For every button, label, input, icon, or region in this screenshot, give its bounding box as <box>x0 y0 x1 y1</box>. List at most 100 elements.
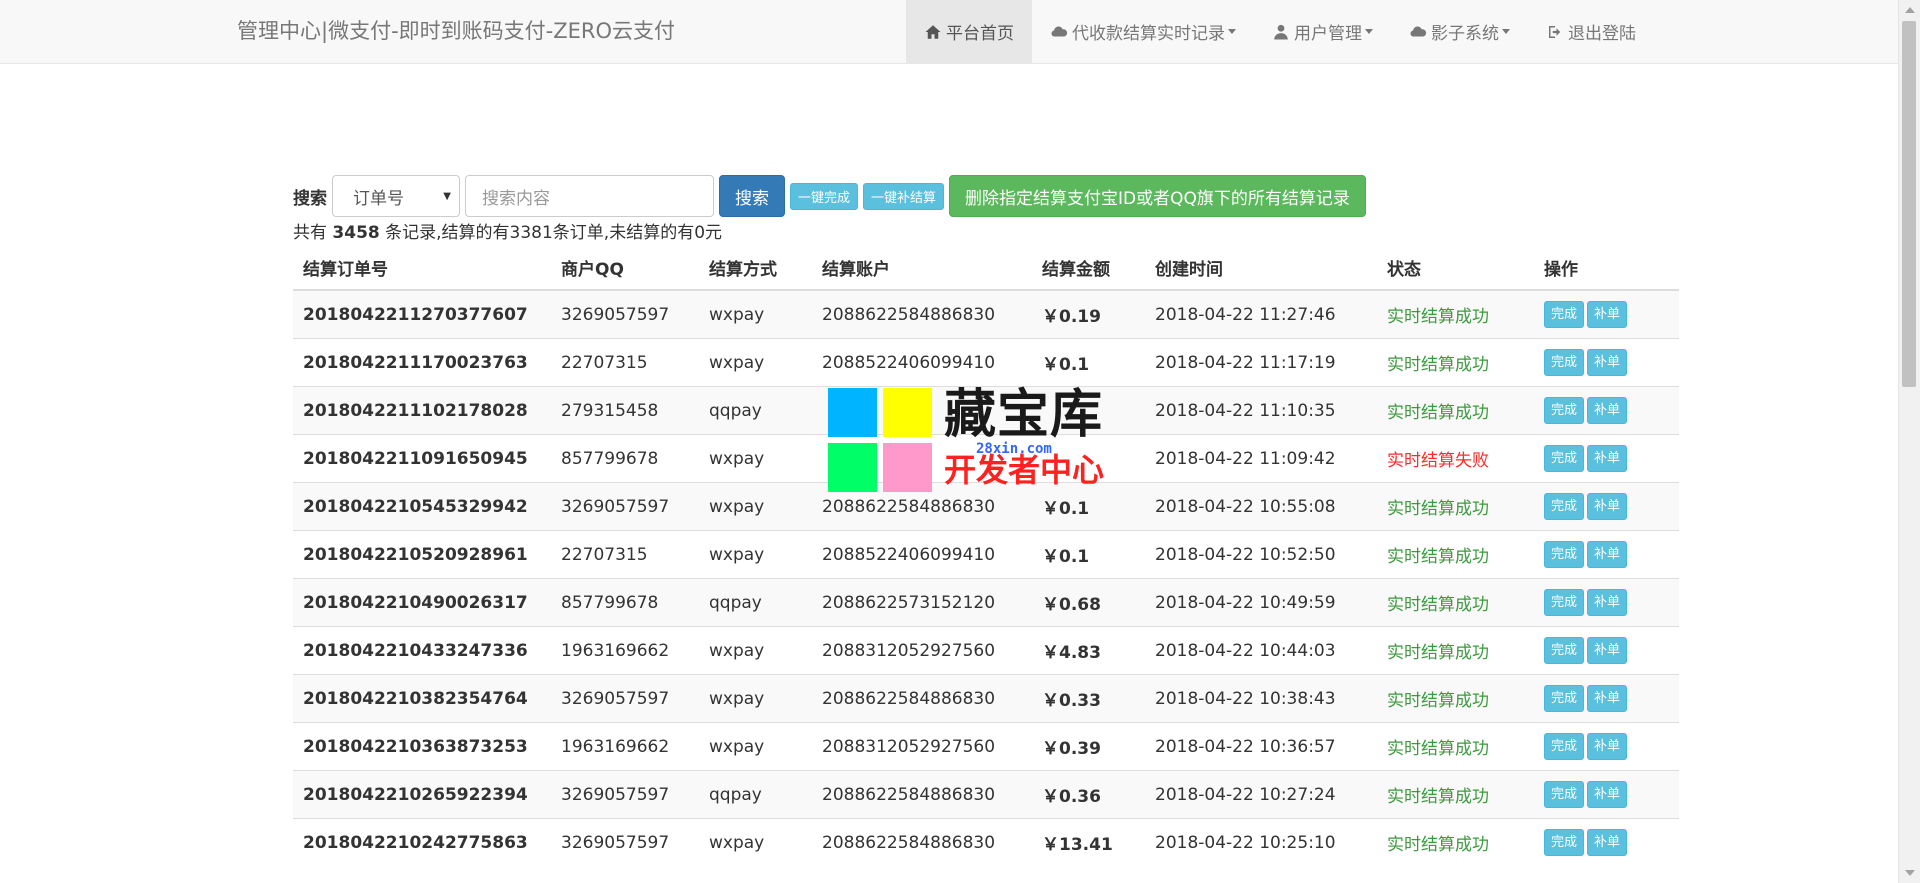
resettle-button[interactable]: 补单 <box>1587 637 1628 664</box>
nav-item-logout[interactable]: 退出登陆 <box>1528 0 1654 63</box>
nav-item-shadow-system[interactable]: 影子系统 <box>1391 0 1528 63</box>
cell-status: 实时结算失败 <box>1377 434 1534 483</box>
resettle-button[interactable]: 补单 <box>1587 781 1628 808</box>
cell-order-no: 2018042210520928961 <box>293 530 551 579</box>
search-label: 搜索 <box>293 188 327 209</box>
resettle-button[interactable]: 补单 <box>1587 733 1628 760</box>
cell-amount: ￥0.68 <box>1032 578 1145 627</box>
watermark-title: 藏宝库 <box>944 385 1104 445</box>
cell-actions: 完成 补单 <box>1534 386 1679 435</box>
top-navbar: 管理中心|微支付-即时到账码支付-ZERO云支付 平台首页 代收款结算实时记录 … <box>0 0 1898 64</box>
scroll-up-icon[interactable] <box>1905 7 1915 13</box>
complete-button[interactable]: 完成 <box>1544 445 1585 472</box>
resettle-button[interactable]: 补单 <box>1587 589 1628 616</box>
resettle-button[interactable]: 补单 <box>1587 685 1628 712</box>
cell-order-no: 2018042210490026317 <box>293 578 551 627</box>
nav-item-home[interactable]: 平台首页 <box>906 0 1032 63</box>
summary-suffix: 条记录,结算的有3381条订单,未结算的有0元 <box>379 223 723 243</box>
search-button[interactable]: 搜索 <box>719 175 785 217</box>
cell-actions: 完成 补单 <box>1534 289 1679 339</box>
cell-method: wxpay <box>699 338 812 387</box>
cell-method: wxpay <box>699 722 812 771</box>
complete-button[interactable]: 完成 <box>1544 637 1585 664</box>
complete-button[interactable]: 完成 <box>1544 541 1585 568</box>
header-amount: 结算金额 <box>1032 245 1145 291</box>
cell-merchant-qq: 1963169662 <box>551 626 699 675</box>
cell-actions: 完成 补单 <box>1534 482 1679 531</box>
scrollbar-thumb[interactable] <box>1902 21 1916 387</box>
resettle-button[interactable]: 补单 <box>1587 829 1628 856</box>
cell-account: 2088622584886830 <box>812 289 1032 339</box>
search-input-placeholder: 搜索内容 <box>482 188 550 209</box>
cell-merchant-qq: 3269057597 <box>551 674 699 723</box>
cell-created-time: 2018-04-22 11:09:42 <box>1145 434 1377 483</box>
resettle-all-button[interactable]: 一键补结算 <box>863 182 945 210</box>
cell-order-no: 2018042210265922394 <box>293 770 551 819</box>
table-header-row: 结算订单号 商户QQ 结算方式 结算账户 结算金额 创建时间 状态 操作 <box>293 245 1679 291</box>
cell-actions: 完成 补单 <box>1534 674 1679 723</box>
resettle-button[interactable]: 补单 <box>1587 349 1628 376</box>
cell-account: 2088312052927560 <box>812 722 1032 771</box>
cell-merchant-qq: 3269057597 <box>551 482 699 531</box>
logo-square-blue <box>828 388 877 437</box>
header-method: 结算方式 <box>699 245 812 291</box>
caret-down-icon <box>1365 29 1373 34</box>
resettle-button[interactable]: 补单 <box>1587 397 1628 424</box>
cell-status: 实时结算成功 <box>1377 818 1534 866</box>
search-type-select[interactable]: 订单号 ▼ <box>332 175 460 217</box>
table-row: 2018042210490026317 857799678 qqpay 2088622… <box>293 578 1679 627</box>
resettle-button[interactable]: 补单 <box>1587 541 1628 568</box>
watermark-logo: 藏宝库 28xin.com 开发者中心 <box>826 386 1104 496</box>
cell-created-time: 2018-04-22 11:10:35 <box>1145 386 1377 435</box>
complete-button[interactable]: 完成 <box>1544 829 1585 856</box>
cell-created-time: 2018-04-22 10:27:24 <box>1145 770 1377 819</box>
logo-square-yellow <box>883 388 932 437</box>
search-input[interactable]: 搜索内容 <box>465 175 714 217</box>
complete-button[interactable]: 完成 <box>1544 493 1585 520</box>
scroll-down-icon[interactable] <box>1905 870 1915 876</box>
resettle-button[interactable]: 补单 <box>1587 493 1628 520</box>
brand-title[interactable]: 管理中心|微支付-即时到账码支付-ZERO云支付 <box>237 0 675 63</box>
cell-status: 实时结算成功 <box>1377 338 1534 387</box>
cell-account: 2088522406099410 <box>812 338 1032 387</box>
cell-order-no: 2018042210545329942 <box>293 482 551 531</box>
cell-created-time: 2018-04-22 10:36:57 <box>1145 722 1377 771</box>
complete-button[interactable]: 完成 <box>1544 349 1585 376</box>
nav-item-label: 用户管理 <box>1294 24 1362 44</box>
delete-records-button[interactable]: 删除指定结算支付宝ID或者QQ旗下的所有结算记录 <box>949 175 1366 217</box>
nav-item-user-management[interactable]: 用户管理 <box>1254 0 1391 63</box>
cell-created-time: 2018-04-22 11:27:46 <box>1145 289 1377 339</box>
cell-account: 2088622584886830 <box>812 674 1032 723</box>
cell-amount: ￥0.1 <box>1032 530 1145 579</box>
complete-button[interactable]: 完成 <box>1544 781 1585 808</box>
cell-method: wxpay <box>699 289 812 339</box>
search-type-value: 订单号 <box>353 188 404 209</box>
complete-button[interactable]: 完成 <box>1544 397 1585 424</box>
resettle-button[interactable]: 补单 <box>1587 445 1628 472</box>
complete-button[interactable]: 完成 <box>1544 301 1585 328</box>
resettle-button[interactable]: 补单 <box>1587 301 1628 328</box>
nav-item-label: 影子系统 <box>1431 24 1499 44</box>
complete-button[interactable]: 完成 <box>1544 733 1585 760</box>
cell-method: wxpay <box>699 434 812 483</box>
header-actions: 操作 <box>1534 245 1679 291</box>
cell-created-time: 2018-04-22 11:17:19 <box>1145 338 1377 387</box>
complete-all-button[interactable]: 一键完成 <box>790 182 859 210</box>
cell-method: wxpay <box>699 674 812 723</box>
complete-button[interactable]: 完成 <box>1544 589 1585 616</box>
cell-account: 2088522406099410 <box>812 530 1032 579</box>
nav-item-settlement-records[interactable]: 代收款结算实时记录 <box>1032 0 1254 63</box>
header-order-no: 结算订单号 <box>293 245 551 291</box>
dropdown-arrow-icon: ▼ <box>443 190 451 202</box>
cell-actions: 完成 补单 <box>1534 434 1679 483</box>
complete-button[interactable]: 完成 <box>1544 685 1585 712</box>
settlement-table: 结算订单号 商户QQ 结算方式 结算账户 结算金额 创建时间 状态 操作 201… <box>293 245 1679 866</box>
cell-merchant-qq: 857799678 <box>551 578 699 627</box>
table-row: 2018042211270377607 3269057597 wxpay 208862… <box>293 289 1679 339</box>
table-row: 2018042211170023763 22707315 wxpay 20885224… <box>293 338 1679 387</box>
table-row: 2018042210382354764 3269057597 wxpay 208862… <box>293 674 1679 723</box>
vertical-scrollbar[interactable] <box>1898 0 1920 883</box>
cell-method: wxpay <box>699 626 812 675</box>
cloud-icon <box>1409 22 1428 41</box>
table-row: 2018042210363873253 1963169662 wxpay 208831… <box>293 722 1679 771</box>
